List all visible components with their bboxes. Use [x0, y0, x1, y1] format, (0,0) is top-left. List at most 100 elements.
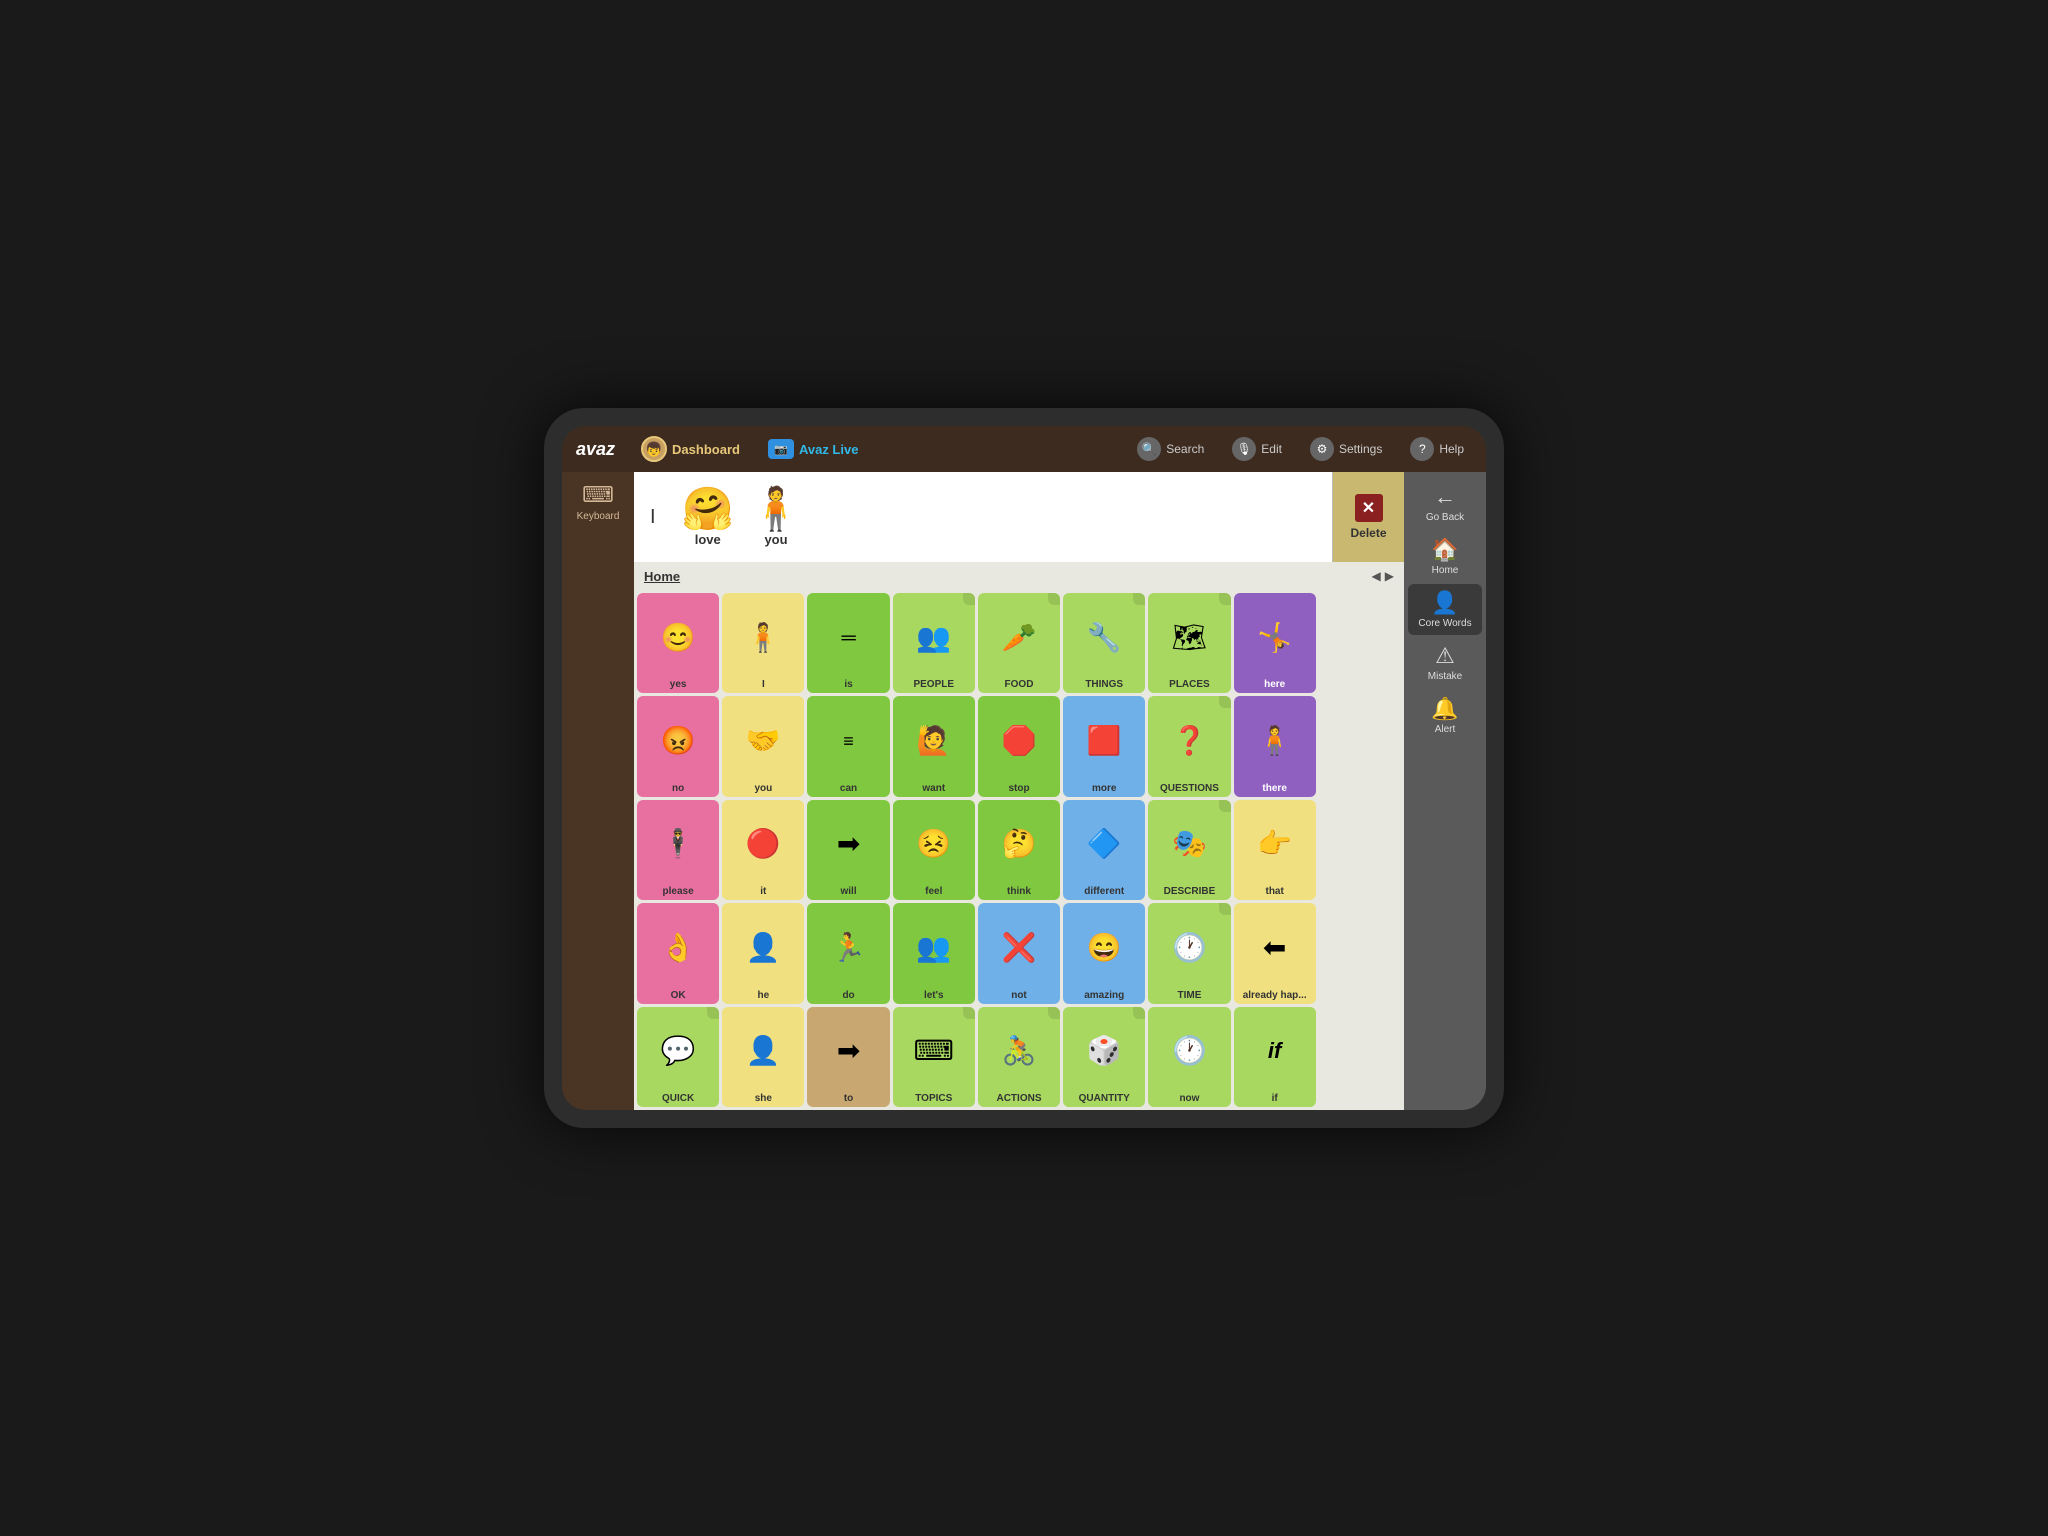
cell-do[interactable]: 🏃 do [807, 903, 889, 1003]
cell-time[interactable]: 🕐 TIME [1148, 903, 1230, 1003]
cell-stop[interactable]: 🛑 stop [978, 696, 1060, 796]
will-icon: ➡ [809, 803, 887, 886]
cell-describe[interactable]: 🎭 DESCRIBE [1148, 800, 1230, 900]
cell-ok[interactable]: 👌 OK [637, 903, 719, 1003]
cell-to[interactable]: ➡ to [807, 1007, 889, 1107]
cell-questions[interactable]: ❓ QUESTIONS [1148, 696, 1230, 796]
keyboard-button[interactable]: ⌨ Keyboard [577, 482, 620, 522]
cell-there[interactable]: 🧍 there [1234, 696, 1316, 796]
app-screen: avaz 👦 Dashboard 📷 Avaz Live 🔍 Search 🎙 … [562, 426, 1486, 1110]
cell-empty-2 [1319, 696, 1401, 796]
cell-she[interactable]: 👤 she [722, 1007, 804, 1107]
go-back-button[interactable]: ← Go Back [1408, 478, 1482, 529]
cell-places[interactable]: 🗺 PLACES [1148, 593, 1230, 693]
cell-lets[interactable]: 👥 let's [893, 903, 975, 1003]
cell-you[interactable]: 🤝 you [722, 696, 804, 796]
alert-button[interactable]: 🔔 Alert [1408, 690, 1482, 741]
cell-topics[interactable]: ⌨ TOPICS [893, 1007, 975, 1107]
cell-if[interactable]: if if [1234, 1007, 1316, 1107]
amazing-icon: 😄 [1065, 906, 1143, 989]
word-you[interactable]: 🧍 you [750, 488, 802, 547]
actions-icon: 🚴 [980, 1010, 1058, 1093]
cell-is[interactable]: ═ is [807, 593, 889, 693]
device-frame: avaz 👦 Dashboard 📷 Avaz Live 🔍 Search 🎙 … [544, 408, 1504, 1128]
things-icon: 🔧 [1065, 596, 1143, 679]
search-action[interactable]: 🔍 Search [1129, 434, 1212, 464]
cell-no[interactable]: 😡 no [637, 696, 719, 796]
dashboard-nav[interactable]: 👦 Dashboard [633, 433, 748, 465]
if-icon: if [1236, 1010, 1314, 1093]
love-image: 🤗 [682, 488, 734, 530]
cell-can[interactable]: ≡ can [807, 696, 889, 796]
home-button[interactable]: 🏠 Home [1408, 531, 1482, 582]
to-icon: ➡ [809, 1010, 887, 1093]
more-icon: 🟥 [1065, 699, 1143, 782]
food-icon: 🥕 [980, 596, 1058, 679]
delete-button[interactable]: ✕ Delete [1332, 472, 1404, 562]
settings-action[interactable]: ⚙ Settings [1302, 434, 1390, 464]
now-icon: 🕐 [1150, 1010, 1228, 1093]
that-icon: 👉 [1236, 803, 1314, 886]
sentence-row: I 🤗 love 🧍 you ✕ Delete [634, 472, 1404, 562]
app-logo: avaz [576, 439, 615, 460]
cell-quantity[interactable]: 🎲 QUANTITY [1063, 1007, 1145, 1107]
symbol-grid: 😊 yes 🧍 I ═ is 👥 PEOP [634, 590, 1404, 1110]
cell-food[interactable]: 🥕 FOOD [978, 593, 1060, 693]
different-icon: 🔷 [1065, 803, 1143, 886]
cell-not[interactable]: ❌ not [978, 903, 1060, 1003]
grid-nav: ◀ ▶ [1372, 569, 1394, 583]
i-icon: 🧍 [724, 596, 802, 679]
questions-icon: ❓ [1150, 699, 1228, 782]
word-love[interactable]: 🤗 love [682, 488, 734, 547]
cell-yes[interactable]: 😊 yes [637, 593, 719, 693]
cell-that[interactable]: 👉 that [1234, 800, 1316, 900]
avatar-icon: 👦 [641, 436, 667, 462]
cell-it[interactable]: 🔴 it [722, 800, 804, 900]
center-area: I 🤗 love 🧍 you ✕ Delete [634, 472, 1404, 1110]
cell-things[interactable]: 🔧 THINGS [1063, 593, 1145, 693]
grid-header: Home ◀ ▶ [634, 562, 1404, 590]
want-icon: 🙋 [895, 699, 973, 782]
cell-now[interactable]: 🕐 now [1148, 1007, 1230, 1107]
cell-actions[interactable]: 🚴 ACTIONS [978, 1007, 1060, 1107]
ok-icon: 👌 [639, 906, 717, 989]
cell-think[interactable]: 🤔 think [978, 800, 1060, 900]
cell-already-hap[interactable]: ⬅ already hap... [1234, 903, 1316, 1003]
is-icon: ═ [809, 596, 887, 679]
mistake-button[interactable]: ⚠ Mistake [1408, 637, 1482, 688]
camera-icon: 📷 [768, 439, 794, 459]
you-image: 🧍 [750, 488, 802, 530]
cell-here[interactable]: 🤸 here [1234, 593, 1316, 693]
nav-next[interactable]: ▶ [1385, 569, 1394, 583]
cell-empty-1 [1319, 593, 1401, 693]
sentence-bar[interactable]: I 🤗 love 🧍 you [634, 472, 1332, 562]
cell-amazing[interactable]: 😄 amazing [1063, 903, 1145, 1003]
yes-icon: 😊 [639, 596, 717, 679]
there-icon: 🧍 [1236, 699, 1314, 782]
help-action[interactable]: ? Help [1402, 434, 1472, 464]
cell-different[interactable]: 🔷 different [1063, 800, 1145, 900]
nav-prev[interactable]: ◀ [1372, 569, 1381, 583]
core-words-button[interactable]: 👤 Core Words [1408, 584, 1482, 635]
cell-please[interactable]: 🕴 please [637, 800, 719, 900]
cell-empty-4 [1319, 903, 1401, 1003]
stop-icon: 🛑 [980, 699, 1058, 782]
top-bar: avaz 👦 Dashboard 📷 Avaz Live 🔍 Search 🎙 … [562, 426, 1486, 472]
avaz-live-nav[interactable]: 📷 Avaz Live [760, 436, 867, 462]
cell-will[interactable]: ➡ will [807, 800, 889, 900]
she-icon: 👤 [724, 1010, 802, 1093]
can-icon: ≡ [809, 699, 887, 782]
cell-more[interactable]: 🟥 more [1063, 696, 1145, 796]
cell-feel[interactable]: 😣 feel [893, 800, 975, 900]
edit-action[interactable]: 🎙 Edit [1224, 434, 1290, 464]
time-icon: 🕐 [1150, 906, 1228, 989]
cell-quick[interactable]: 💬 QUICK [637, 1007, 719, 1107]
cell-people[interactable]: 👥 PEOPLE [893, 593, 975, 693]
help-icon: ? [1410, 437, 1434, 461]
cell-i[interactable]: 🧍 I [722, 593, 804, 693]
it-icon: 🔴 [724, 803, 802, 886]
feel-icon: 😣 [895, 803, 973, 886]
cell-he[interactable]: 👤 he [722, 903, 804, 1003]
not-icon: ❌ [980, 906, 1058, 989]
cell-want[interactable]: 🙋 want [893, 696, 975, 796]
